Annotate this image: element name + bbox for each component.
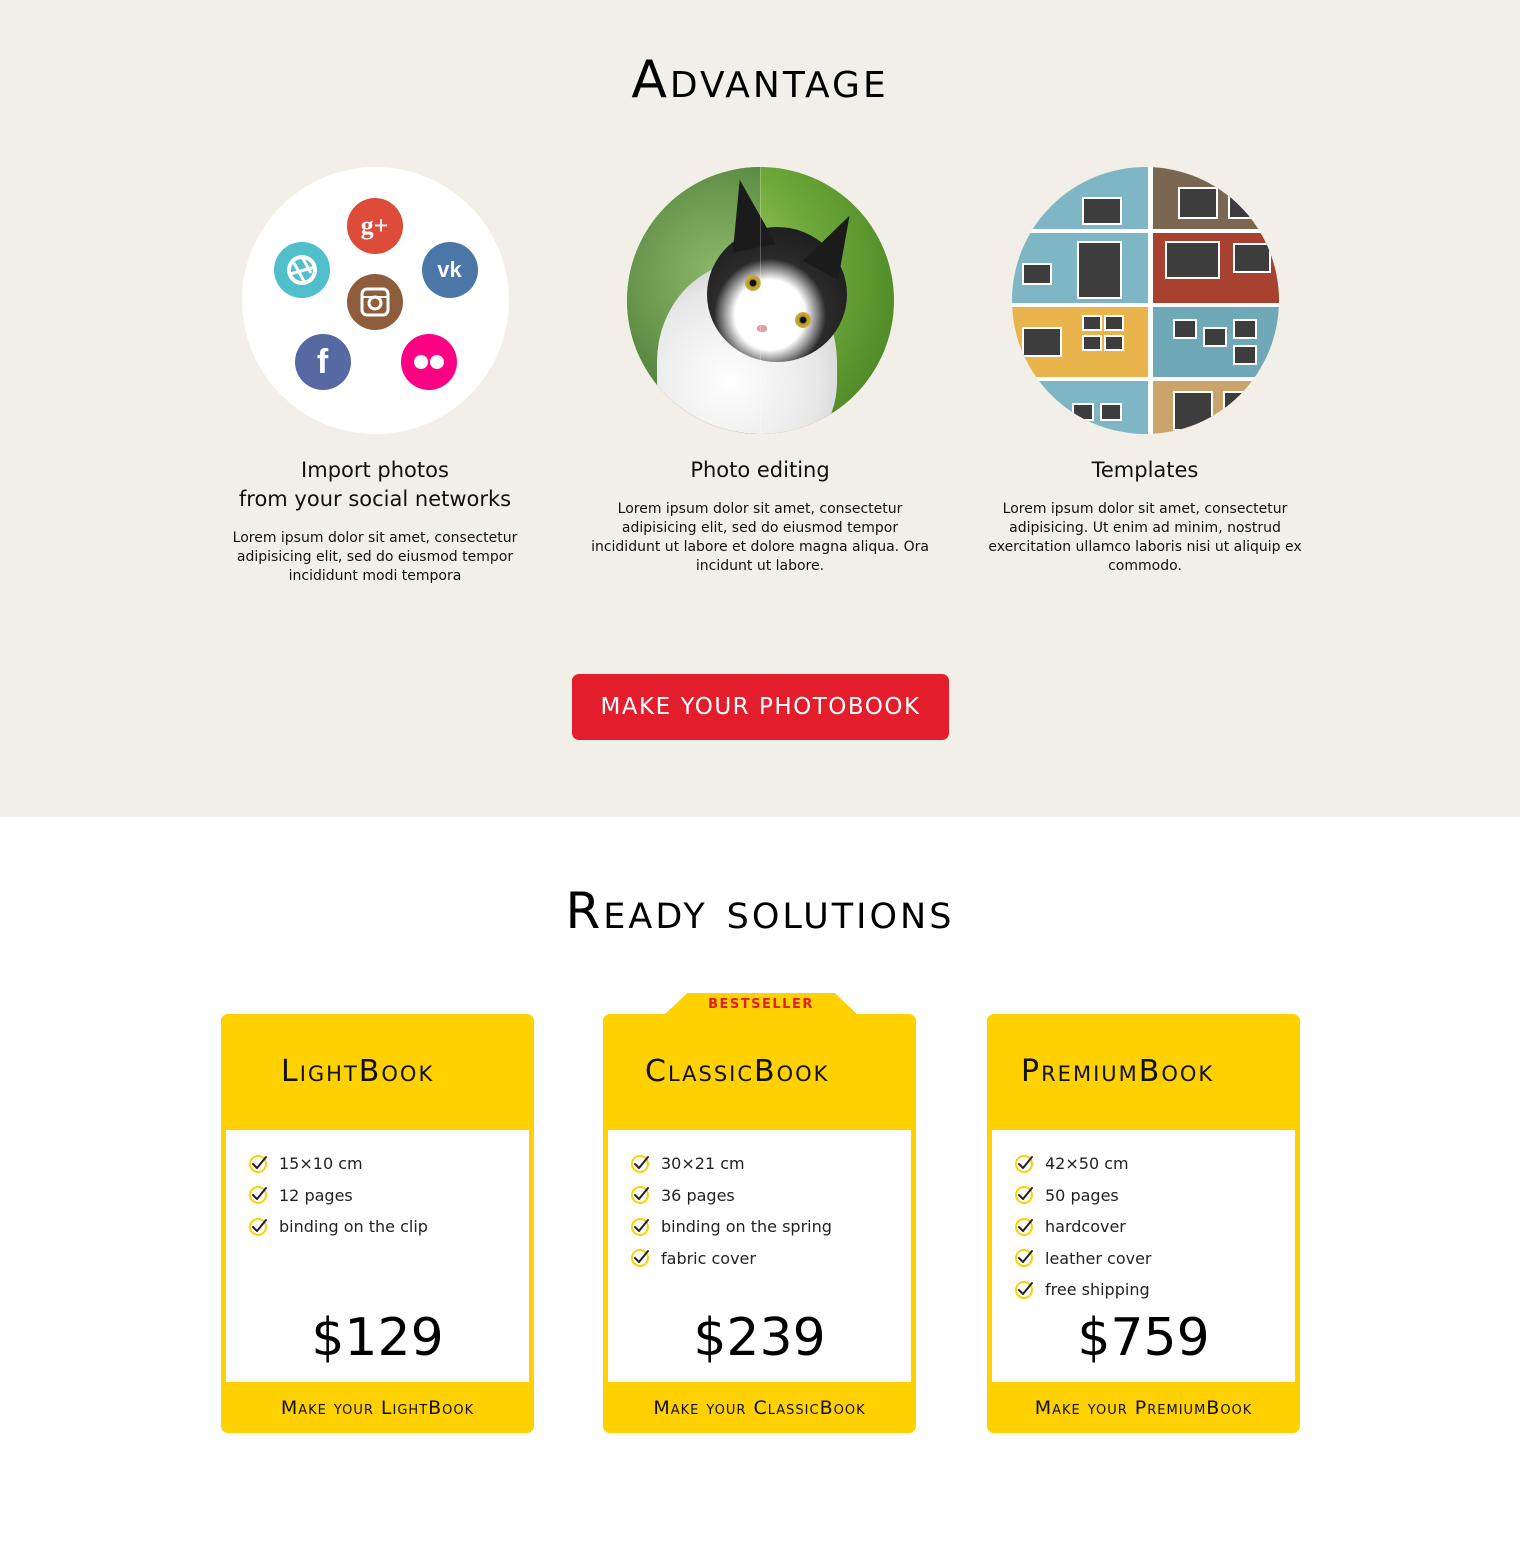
feature-item: 36 pages — [630, 1180, 832, 1212]
flickr-icon — [400, 334, 457, 390]
feature-item-label: 50 pages — [1045, 1185, 1119, 1205]
product-card-premiumbook: PremiumBook 42×50 cm 50 pages hardcover lea… — [987, 1014, 1300, 1433]
check-icon — [249, 1186, 267, 1205]
feature-photo-editing: Photo editing Lorem ipsum dolor sit amet… — [580, 167, 940, 576]
product-card-classicbook: ClassicBook 30×21 cm 36 pages binding on t… — [603, 1014, 916, 1433]
feature-item-label: free shipping — [1045, 1280, 1150, 1300]
google-plus-icon: g+ — [346, 198, 403, 254]
check-icon — [631, 1217, 649, 1236]
feature-list: 42×50 cm 50 pages hardcover leather cover fr… — [1014, 1148, 1152, 1306]
instagram-icon — [346, 274, 403, 330]
feature-item: 50 pages — [1014, 1180, 1152, 1212]
check-icon — [631, 1154, 649, 1173]
check-icon — [631, 1249, 649, 1268]
feature-item-label: 30×21 cm — [661, 1154, 745, 1174]
feature-item-label: 36 pages — [661, 1185, 735, 1205]
feature-list: 15×10 cm 12 pages binding on the clip — [248, 1148, 428, 1243]
feature-item-label: hardcover — [1045, 1217, 1126, 1237]
feature-item-label: 12 pages — [279, 1185, 353, 1205]
feature-item: binding on the clip — [248, 1211, 428, 1243]
ready-solutions-title: Ready solutions — [565, 882, 955, 940]
kitten-photo-image — [626, 167, 894, 434]
feature-item: leather cover — [1014, 1243, 1152, 1275]
feature-description: Lorem ipsum dolor sit amet, consectetur … — [988, 501, 1302, 574]
feature-item: binding on the spring — [630, 1211, 832, 1243]
feature-item: free shipping — [1014, 1274, 1152, 1306]
advantage-section: Advantage g+ vk f Import photos from you… — [0, 0, 1520, 817]
check-icon — [249, 1217, 267, 1236]
check-icon — [631, 1186, 649, 1205]
product-price: $239 — [693, 1308, 826, 1368]
feature-list: 30×21 cm 36 pages binding on the spring fab… — [630, 1148, 832, 1274]
product-price: $759 — [1077, 1308, 1210, 1368]
feature-title: Import photos from your social networks — [238, 458, 512, 511]
feature-item-label: 42×50 cm — [1045, 1154, 1129, 1174]
product-price: $129 — [311, 1308, 444, 1368]
feature-templates: Templates Lorem ipsum dolor sit amet, co… — [965, 167, 1325, 576]
social-networks-image: g+ vk f — [241, 167, 509, 434]
make-lightbook-button[interactable]: Make your LightBook — [221, 1382, 534, 1433]
product-card-lightbook: LightBook 15×10 cm 12 pages binding on the… — [221, 1014, 534, 1433]
product-name: LightBook — [281, 1054, 435, 1089]
feature-description: Lorem ipsum dolor sit amet, consectetur … — [232, 530, 518, 584]
facebook-icon: f — [294, 334, 351, 390]
picasa-icon — [273, 242, 330, 298]
check-icon — [1015, 1217, 1033, 1236]
check-icon — [1015, 1249, 1033, 1268]
feature-title: Photo editing — [690, 458, 830, 482]
product-name: PremiumBook — [1021, 1054, 1215, 1089]
vk-icon: vk — [421, 242, 478, 298]
feature-description: Lorem ipsum dolor sit amet, consectetur … — [591, 501, 929, 574]
bestseller-badge: BESTSELLER — [664, 993, 858, 1015]
feature-item: hardcover — [1014, 1211, 1152, 1243]
feature-item: 30×21 cm — [630, 1148, 832, 1180]
make-classicbook-button[interactable]: Make your ClassicBook — [603, 1382, 916, 1433]
check-icon — [1015, 1280, 1033, 1299]
feature-item-label: binding on the spring — [661, 1217, 832, 1237]
feature-item-label: fabric cover — [661, 1248, 756, 1268]
feature-item: fabric cover — [630, 1243, 832, 1275]
feature-item-label: 15×10 cm — [279, 1154, 363, 1174]
check-icon — [249, 1154, 267, 1173]
feature-item: 42×50 cm — [1014, 1148, 1152, 1180]
feature-item-label: binding on the clip — [279, 1217, 428, 1237]
make-premiumbook-button[interactable]: Make your PremiumBook — [987, 1382, 1300, 1433]
advantage-title: Advantage — [631, 50, 889, 110]
check-icon — [1015, 1186, 1033, 1205]
check-icon — [1015, 1154, 1033, 1173]
make-photobook-button[interactable]: MAKE YOUR PHOTOBOOK — [572, 674, 949, 740]
feature-item: 15×10 cm — [248, 1148, 428, 1180]
templates-collage-image — [1011, 167, 1279, 434]
product-name: ClassicBook — [645, 1054, 830, 1089]
feature-import-photos: g+ vk f Import photos from your social n… — [195, 167, 555, 586]
feature-title: Templates — [1091, 458, 1199, 482]
feature-item: 12 pages — [248, 1180, 428, 1212]
feature-item-label: leather cover — [1045, 1248, 1152, 1268]
